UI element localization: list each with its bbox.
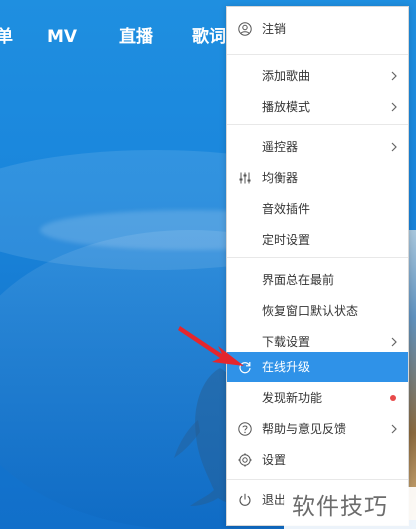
menu-item-logout[interactable]: 注销 [227, 14, 408, 44]
menu-item-label: 发现新功能 [262, 391, 323, 405]
menu-item-settings[interactable]: 设置 [227, 445, 408, 475]
menu-item-label: 定时设置 [262, 233, 311, 247]
new-feature-badge [390, 395, 396, 401]
watermark: 软件技巧 [284, 487, 416, 529]
menu-item-label: 恢复窗口默认状态 [262, 304, 359, 318]
nav-item-lyrics[interactable]: 歌词 [192, 26, 226, 48]
equalizer-icon [239, 172, 251, 184]
menu-item-remote[interactable]: 遥控器 [227, 132, 408, 162]
menu-item-equalizer[interactable]: 均衡器 [227, 163, 408, 193]
chevron-right-icon [391, 424, 397, 434]
chevron-right-icon [391, 337, 397, 347]
menu-item-label: 遥控器 [262, 140, 299, 154]
nav-item-mv[interactable]: MV [47, 26, 77, 48]
gear-icon [238, 453, 252, 467]
menu-divider [227, 479, 408, 480]
menu-divider [227, 257, 408, 258]
menu-item-timer-settings[interactable]: 定时设置 [227, 225, 408, 255]
menu-item-label: 音效插件 [262, 202, 311, 216]
menu-item-always-on-top[interactable]: 界面总在最前 [227, 265, 408, 295]
chevron-right-icon [391, 71, 397, 81]
menu-item-label: 播放模式 [262, 100, 311, 114]
menu-item-sound-effect-plugin[interactable]: 音效插件 [227, 194, 408, 224]
menu-item-label: 均衡器 [262, 171, 299, 185]
menu-item-label: 帮助与意见反馈 [262, 422, 347, 436]
menu-item-add-songs[interactable]: 添加歌曲 [227, 61, 408, 91]
menu-divider [227, 54, 408, 55]
menu-item-label: 界面总在最前 [262, 273, 335, 287]
menu-item-label: 在线升级 [262, 360, 311, 374]
menu-item-discover-features[interactable]: 发现新功能 [227, 383, 408, 413]
menu-item-label: 注销 [262, 22, 287, 36]
menu-item-label: 下载设置 [262, 335, 311, 349]
power-icon [239, 493, 251, 506]
watermark-text: 软件技巧 [292, 494, 388, 520]
nav-item-live[interactable]: 直播 [119, 26, 153, 48]
menu-item-label: 设置 [262, 453, 287, 467]
context-menu: 注销 添加歌曲 播放模式 遥控器 均衡器 音效插件 定时设置 界面总在最前 恢复… [226, 6, 409, 526]
menu-item-help-feedback[interactable]: 帮助与意见反馈 [227, 414, 408, 444]
user-icon [238, 22, 252, 36]
nav-item-playlist[interactable]: 单 [0, 26, 13, 48]
chevron-right-icon [391, 102, 397, 112]
menu-item-label: 添加歌曲 [262, 69, 311, 83]
red-arrow-pointer [178, 326, 244, 366]
help-icon [238, 422, 252, 436]
menu-item-play-mode[interactable]: 播放模式 [227, 92, 408, 122]
chevron-right-icon [391, 142, 397, 152]
menu-divider [227, 124, 408, 125]
menu-item-restore-window[interactable]: 恢复窗口默认状态 [227, 296, 408, 326]
menu-item-label: 退出 [262, 493, 287, 507]
top-navigation: 单 MV 直播 歌词 [0, 24, 230, 54]
menu-item-online-upgrade[interactable]: 在线升级 [227, 352, 408, 382]
